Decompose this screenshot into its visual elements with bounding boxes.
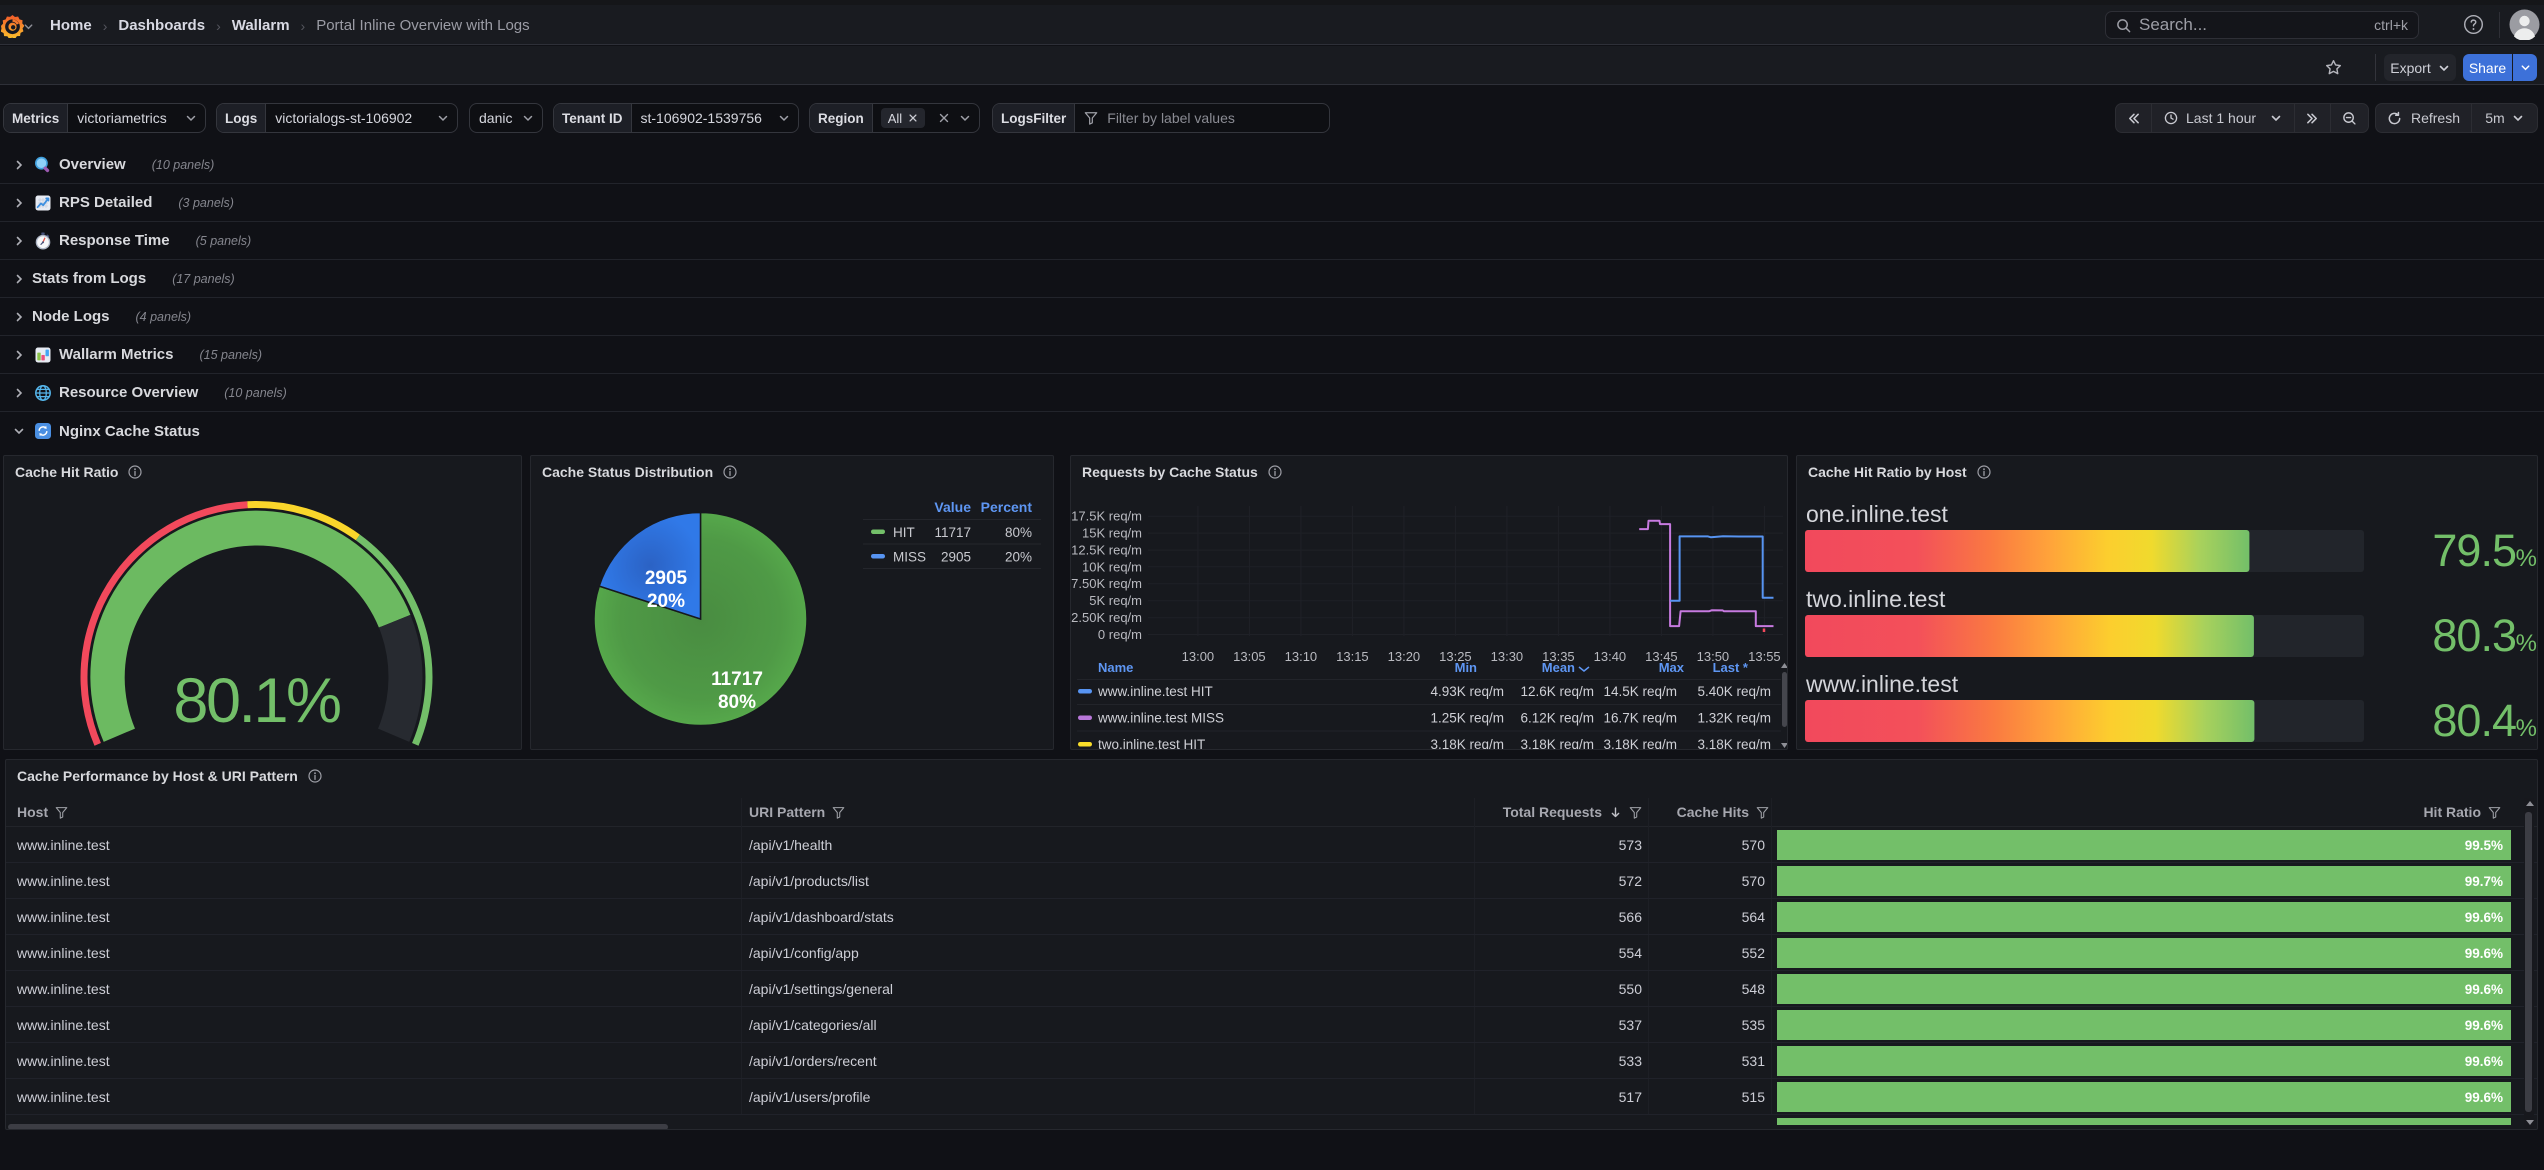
svg-text:10K req/m: 10K req/m	[1082, 559, 1142, 574]
svg-text:13:40: 13:40	[1594, 649, 1627, 664]
svg-text:2.50K req/m: 2.50K req/m	[1071, 610, 1142, 625]
svg-text:20%: 20%	[1005, 550, 1032, 565]
svg-text:0 req/m: 0 req/m	[1098, 627, 1142, 642]
svg-text:4.93K req/m: 4.93K req/m	[1430, 684, 1504, 699]
svg-text:15K req/m: 15K req/m	[1082, 526, 1142, 541]
svg-text:13:00: 13:00	[1182, 649, 1215, 664]
svg-text:80%: 80%	[718, 692, 756, 713]
svg-text:13:10: 13:10	[1285, 649, 1318, 664]
svg-text:Min: Min	[1455, 660, 1477, 675]
svg-text:13:20: 13:20	[1388, 649, 1421, 664]
svg-text:two.inline.test HIT: two.inline.test HIT	[1098, 737, 1205, 749]
svg-text:11717: 11717	[934, 525, 971, 540]
svg-text:80.3: 80.3	[2432, 610, 2516, 661]
svg-text:13:30: 13:30	[1491, 649, 1524, 664]
svg-text:17.5K req/m: 17.5K req/m	[1071, 509, 1142, 524]
svg-text:Name: Name	[1098, 660, 1133, 675]
svg-text:6.12K req/m: 6.12K req/m	[1520, 711, 1594, 726]
svg-text:www.inline.test: www.inline.test	[1805, 671, 1959, 697]
svg-text:%: %	[2516, 630, 2537, 657]
svg-text:Value: Value	[934, 499, 971, 515]
svg-text:Percent: Percent	[981, 499, 1033, 515]
svg-text:80.1%: 80.1%	[173, 666, 340, 736]
svg-text:5K req/m: 5K req/m	[1089, 593, 1142, 608]
svg-text:www.inline.test HIT: www.inline.test HIT	[1097, 684, 1213, 699]
svg-text:20%: 20%	[647, 591, 685, 612]
svg-text:%: %	[2516, 545, 2537, 572]
svg-text:13:05: 13:05	[1233, 649, 1266, 664]
svg-text:80%: 80%	[1005, 525, 1032, 540]
svg-text:80.4: 80.4	[2432, 695, 2516, 746]
svg-text:16.7K req/m: 16.7K req/m	[1603, 711, 1677, 726]
svg-text:12.5K req/m: 12.5K req/m	[1071, 543, 1142, 558]
svg-text:two.inline.test: two.inline.test	[1806, 586, 1946, 612]
svg-text:13:15: 13:15	[1336, 649, 1369, 664]
svg-text:one.inline.test: one.inline.test	[1806, 501, 1949, 527]
svg-text:1.32K req/m: 1.32K req/m	[1697, 711, 1771, 726]
svg-text:MISS: MISS	[893, 550, 926, 565]
svg-text:Mean: Mean	[1542, 660, 1575, 675]
svg-text:11717: 11717	[711, 669, 763, 690]
svg-text:2905: 2905	[941, 550, 971, 565]
svg-text:2905: 2905	[645, 568, 688, 589]
svg-text:14.5K req/m: 14.5K req/m	[1603, 684, 1677, 699]
svg-text:5.40K req/m: 5.40K req/m	[1697, 684, 1771, 699]
svg-text:3.18K req/m: 3.18K req/m	[1520, 737, 1594, 749]
svg-text:Last *: Last *	[1713, 660, 1749, 675]
svg-text:7.50K req/m: 7.50K req/m	[1071, 576, 1142, 591]
svg-text:79.5: 79.5	[2432, 525, 2516, 576]
svg-text:3.18K req/m: 3.18K req/m	[1697, 737, 1771, 749]
svg-text:HIT: HIT	[893, 525, 915, 540]
svg-text:%: %	[2516, 715, 2537, 742]
svg-text:Max: Max	[1659, 660, 1685, 675]
svg-text:www.inline.test MISS: www.inline.test MISS	[1097, 711, 1224, 726]
svg-text:1.25K req/m: 1.25K req/m	[1430, 711, 1504, 726]
svg-text:3.18K req/m: 3.18K req/m	[1603, 737, 1677, 749]
svg-text:13:55: 13:55	[1748, 649, 1781, 664]
svg-text:12.6K req/m: 12.6K req/m	[1520, 684, 1594, 699]
svg-text:3.18K req/m: 3.18K req/m	[1430, 737, 1504, 749]
